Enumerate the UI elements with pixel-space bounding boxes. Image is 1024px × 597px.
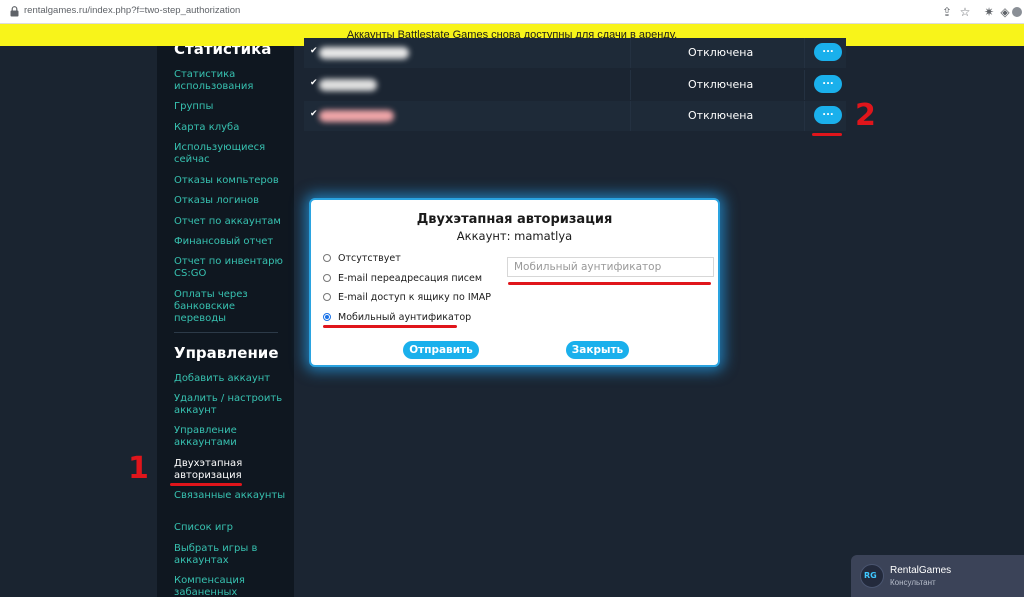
redacted-login xyxy=(319,47,409,59)
sidebar-item-manage-accounts[interactable]: Управление аккаунтами xyxy=(174,425,286,449)
close-button[interactable]: Закрыть xyxy=(566,341,629,359)
sidebar-item-csgo-inventory[interactable]: Отчет по инвентарю CS:GO xyxy=(174,256,286,280)
option-none[interactable]: Отсутствует xyxy=(323,251,401,265)
sidebar-heading-statistics: Статистика xyxy=(174,46,272,58)
sidebar-item-accounts-report[interactable]: Отчет по аккаунтам xyxy=(174,216,286,228)
left-gutter xyxy=(0,46,157,597)
option-email-imap[interactable]: E-mail доступ к ящику по IMAP xyxy=(323,290,491,304)
profile-icon[interactable] xyxy=(1012,7,1022,17)
annotation-underline-option xyxy=(323,325,457,328)
status-text: Отключена xyxy=(688,46,754,59)
sidebar-item-games-list[interactable]: Список игр xyxy=(174,522,286,534)
option-label: Мобильный аунтификатор xyxy=(338,311,472,323)
sidebar-item-pc-failures[interactable]: Отказы компьтеров xyxy=(174,175,286,187)
row-actions-button[interactable]: ... xyxy=(814,43,842,61)
chat-agent-role: Консультант xyxy=(890,578,936,587)
chat-widget[interactable]: RG RentalGames Консультант xyxy=(851,555,1024,597)
option-email-forward[interactable]: E-mail переадресация писем xyxy=(323,271,482,285)
option-label: E-mail доступ к ящику по IMAP xyxy=(338,291,492,303)
option-label: E-mail переадресация писем xyxy=(338,272,483,284)
sidebar-item-login-failures[interactable]: Отказы логинов xyxy=(174,195,286,207)
radio-button[interactable] xyxy=(323,274,331,282)
submit-button[interactable]: Отправить xyxy=(403,341,479,359)
authenticator-input[interactable]: Мобильный аунтификатор xyxy=(507,257,714,277)
address-bar[interactable]: rentalgames.ru/index.php?f=two-step_auth… xyxy=(24,5,240,16)
table-row: ✔ Отключена ... xyxy=(304,70,846,100)
modal-title: Двухэтапная авторизация xyxy=(416,212,613,227)
sidebar-item-linked-accounts[interactable]: Связанные аккаунты xyxy=(174,490,286,502)
sidebar-item-two-step-auth[interactable]: Двухэтапная авторизация xyxy=(174,458,286,482)
sidebar-item-choose-games[interactable]: Выбрать игры в аккаунтах xyxy=(174,543,286,567)
row-actions-button[interactable]: ... xyxy=(814,75,842,93)
redacted-login xyxy=(319,79,377,91)
lock-icon xyxy=(10,6,19,17)
sidebar-item-groups[interactable]: Группы xyxy=(174,101,286,113)
star-icon[interactable]: ☆ xyxy=(958,5,972,19)
status-text: Отключена xyxy=(688,78,754,91)
check-icon: ✔ xyxy=(310,46,318,56)
sidebar: Статистика Статистика использования Груп… xyxy=(157,46,294,597)
sidebar-item-banned-compensation[interactable]: Компенсация забаненных xyxy=(174,575,286,597)
sidebar-item-usage-stats[interactable]: Статистика использования xyxy=(174,69,286,93)
option-label: Отсутствует xyxy=(338,252,401,264)
sidebar-item-finance-report[interactable]: Финансовый отчет xyxy=(174,236,286,248)
sidebar-item-bank-payments[interactable]: Оплаты через банковские переводы xyxy=(174,289,286,325)
rentalgames-logo: RG xyxy=(860,564,884,588)
annotation-underline-input xyxy=(508,282,711,285)
table-row: ✔ Отключена ... xyxy=(304,38,846,68)
puzzle-icon[interactable]: ◈ xyxy=(998,5,1012,19)
redacted-login xyxy=(319,110,394,122)
annotation-number-2: 2 xyxy=(855,98,876,133)
row-actions-button[interactable]: ... xyxy=(814,106,842,124)
radio-button[interactable] xyxy=(323,293,331,301)
sidebar-divider xyxy=(174,332,278,333)
radio-button[interactable] xyxy=(323,254,331,262)
table-row: ✔ Отключена ... xyxy=(304,101,846,131)
chat-agent-name: RentalGames xyxy=(890,565,952,576)
sidebar-item-in-use[interactable]: Использующиеся сейчас xyxy=(174,142,286,166)
sidebar-item-club-map[interactable]: Карта клуба xyxy=(174,122,286,134)
option-mobile-authenticator[interactable]: Мобильный аунтификатор xyxy=(323,310,471,324)
share-icon[interactable]: ⇪ xyxy=(940,5,954,19)
sidebar-heading-management: Управление xyxy=(174,344,279,362)
sidebar-item-add-account[interactable]: Добавить аккаунт xyxy=(174,373,286,385)
annotation-underline-2 xyxy=(812,133,842,136)
sidebar-item-delete-account[interactable]: Удалить / настроить аккаунт xyxy=(174,393,286,417)
annotation-underline-1 xyxy=(170,483,242,486)
radio-button-selected[interactable] xyxy=(323,313,331,321)
annotation-number-1: 1 xyxy=(128,451,149,486)
browser-toolbar: rentalgames.ru/index.php?f=two-step_auth… xyxy=(0,0,1024,24)
status-text: Отключена xyxy=(688,109,754,122)
check-icon: ✔ xyxy=(310,78,318,88)
check-icon: ✔ xyxy=(310,109,318,119)
modal-account-label: Аккаунт: mamatlya xyxy=(456,229,573,243)
extension-icon[interactable]: ✷ xyxy=(982,5,996,19)
